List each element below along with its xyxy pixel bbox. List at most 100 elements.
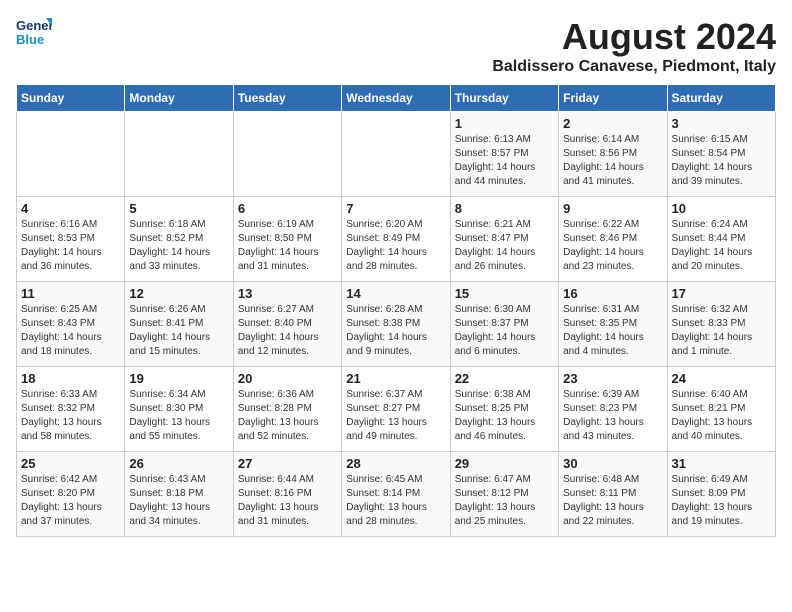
calendar-cell: 22 Sunrise: 6:38 AM Sunset: 8:25 PM Dayli… [450, 367, 558, 452]
cell-content: Sunrise: 6:47 AM Sunset: 8:12 PM Dayligh… [455, 473, 554, 529]
day-number: 28 [346, 456, 445, 471]
cell-content: Sunrise: 6:19 AM Sunset: 8:50 PM Dayligh… [238, 218, 337, 274]
cell-content: Sunrise: 6:45 AM Sunset: 8:14 PM Dayligh… [346, 473, 445, 529]
day-number: 4 [21, 201, 120, 216]
calendar-cell: 1 Sunrise: 6:13 AM Sunset: 8:57 PM Daylig… [450, 112, 558, 197]
calendar-cell: 24Sunrise: 6:40 AM Sunset: 8:21 PM Dayli… [667, 367, 775, 452]
day-number: 23 [563, 371, 662, 386]
calendar-cell [342, 112, 450, 197]
calendar-cell: 14 Sunrise: 6:28 AM Sunset: 8:38 PM Dayli… [342, 282, 450, 367]
cell-content: Sunrise: 6:30 AM Sunset: 8:37 PM Dayligh… [455, 303, 554, 359]
cell-content: Sunrise: 6:32 AM Sunset: 8:33 PM Dayligh… [672, 303, 771, 359]
calendar-cell [125, 112, 233, 197]
day-number: 8 [455, 201, 554, 216]
calendar-cell: 12 Sunrise: 6:26 AM Sunset: 8:41 PM Dayli… [125, 282, 233, 367]
cell-content: Sunrise: 6:21 AM Sunset: 8:47 PM Dayligh… [455, 218, 554, 274]
cell-content: Sunrise: 6:20 AM Sunset: 8:49 PM Dayligh… [346, 218, 445, 274]
calendar-cell: 5Sunrise: 6:18 AM Sunset: 8:52 PM Daylig… [125, 197, 233, 282]
day-number: 30 [563, 456, 662, 471]
logo-icon: General Blue [16, 16, 52, 52]
calendar-cell [233, 112, 341, 197]
calendar-cell: 7 Sunrise: 6:20 AM Sunset: 8:49 PM Daylig… [342, 197, 450, 282]
cell-content: Sunrise: 6:26 AM Sunset: 8:41 PM Dayligh… [129, 303, 228, 359]
cell-content: Sunrise: 6:34 AM Sunset: 8:30 PM Dayligh… [129, 388, 228, 444]
day-number: 27 [238, 456, 337, 471]
day-number: 31 [672, 456, 771, 471]
logo: General Blue General Blue [16, 16, 56, 52]
calendar-cell: 9 Sunrise: 6:22 AM Sunset: 8:46 PM Daylig… [559, 197, 667, 282]
calendar-cell: 27 Sunrise: 6:44 AM Sunset: 8:16 PM Dayli… [233, 452, 341, 537]
cell-content: Sunrise: 6:36 AM Sunset: 8:28 PM Dayligh… [238, 388, 337, 444]
calendar-cell: 18 Sunrise: 6:33 AM Sunset: 8:32 PM Dayli… [17, 367, 125, 452]
cell-content: Sunrise: 6:31 AM Sunset: 8:35 PM Dayligh… [563, 303, 662, 359]
day-number: 2 [563, 116, 662, 131]
day-number: 12 [129, 286, 228, 301]
day-number: 22 [455, 371, 554, 386]
calendar-cell: 11 Sunrise: 6:25 AM Sunset: 8:43 PM Dayli… [17, 282, 125, 367]
day-number: 15 [455, 286, 554, 301]
day-number: 3 [672, 116, 771, 131]
cell-content: Sunrise: 6:13 AM Sunset: 8:57 PM Dayligh… [455, 133, 554, 189]
calendar-cell: 28 Sunrise: 6:45 AM Sunset: 8:14 PM Dayli… [342, 452, 450, 537]
calendar-cell: 8 Sunrise: 6:21 AM Sunset: 8:47 PM Daylig… [450, 197, 558, 282]
day-number: 25 [21, 456, 120, 471]
day-number: 13 [238, 286, 337, 301]
weekday-header-wednesday: Wednesday [342, 85, 450, 112]
calendar-cell: 15 Sunrise: 6:30 AM Sunset: 8:37 PM Dayli… [450, 282, 558, 367]
day-number: 9 [563, 201, 662, 216]
day-number: 21 [346, 371, 445, 386]
cell-content: Sunrise: 6:27 AM Sunset: 8:40 PM Dayligh… [238, 303, 337, 359]
day-number: 26 [129, 456, 228, 471]
cell-content: Sunrise: 6:43 AM Sunset: 8:18 PM Dayligh… [129, 473, 228, 529]
day-number: 16 [563, 286, 662, 301]
day-number: 6 [238, 201, 337, 216]
cell-content: Sunrise: 6:40 AM Sunset: 8:21 PM Dayligh… [672, 388, 771, 444]
calendar-cell: 3 Sunrise: 6:15 AM Sunset: 8:54 PM Daylig… [667, 112, 775, 197]
cell-content: Sunrise: 6:33 AM Sunset: 8:32 PM Dayligh… [21, 388, 120, 444]
cell-content: Sunrise: 6:16 AM Sunset: 8:53 PM Dayligh… [21, 218, 120, 274]
calendar-cell: 31Sunrise: 6:49 AM Sunset: 8:09 PM Dayli… [667, 452, 775, 537]
cell-content: Sunrise: 6:39 AM Sunset: 8:23 PM Dayligh… [563, 388, 662, 444]
cell-content: Sunrise: 6:15 AM Sunset: 8:54 PM Dayligh… [672, 133, 771, 189]
calendar-cell: 2 Sunrise: 6:14 AM Sunset: 8:56 PM Daylig… [559, 112, 667, 197]
day-number: 1 [455, 116, 554, 131]
calendar-cell: 26 Sunrise: 6:43 AM Sunset: 8:18 PM Dayli… [125, 452, 233, 537]
cell-content: Sunrise: 6:24 AM Sunset: 8:44 PM Dayligh… [672, 218, 771, 274]
month-title: August 2024 [492, 16, 776, 58]
calendar-cell [17, 112, 125, 197]
calendar-cell: 23 Sunrise: 6:39 AM Sunset: 8:23 PM Dayli… [559, 367, 667, 452]
calendar-cell: 6 Sunrise: 6:19 AM Sunset: 8:50 PM Daylig… [233, 197, 341, 282]
day-number: 19 [129, 371, 228, 386]
cell-content: Sunrise: 6:14 AM Sunset: 8:56 PM Dayligh… [563, 133, 662, 189]
day-number: 11 [21, 286, 120, 301]
day-number: 7 [346, 201, 445, 216]
weekday-header-friday: Friday [559, 85, 667, 112]
calendar-cell: 30Sunrise: 6:48 AM Sunset: 8:11 PM Dayli… [559, 452, 667, 537]
calendar-cell: 25Sunrise: 6:42 AM Sunset: 8:20 PM Dayli… [17, 452, 125, 537]
day-number: 18 [21, 371, 120, 386]
cell-content: Sunrise: 6:38 AM Sunset: 8:25 PM Dayligh… [455, 388, 554, 444]
day-number: 14 [346, 286, 445, 301]
cell-content: Sunrise: 6:37 AM Sunset: 8:27 PM Dayligh… [346, 388, 445, 444]
calendar-cell: 29 Sunrise: 6:47 AM Sunset: 8:12 PM Dayli… [450, 452, 558, 537]
cell-content: Sunrise: 6:18 AM Sunset: 8:52 PM Dayligh… [129, 218, 228, 274]
cell-content: Sunrise: 6:22 AM Sunset: 8:46 PM Dayligh… [563, 218, 662, 274]
title-area: August 2024 Baldissero Canavese, Piedmon… [492, 16, 776, 76]
cell-content: Sunrise: 6:25 AM Sunset: 8:43 PM Dayligh… [21, 303, 120, 359]
cell-content: Sunrise: 6:44 AM Sunset: 8:16 PM Dayligh… [238, 473, 337, 529]
cell-content: Sunrise: 6:28 AM Sunset: 8:38 PM Dayligh… [346, 303, 445, 359]
header: General Blue General Blue August 2024 Ba… [16, 16, 776, 76]
day-number: 29 [455, 456, 554, 471]
weekday-header-tuesday: Tuesday [233, 85, 341, 112]
calendar-cell: 4 Sunrise: 6:16 AM Sunset: 8:53 PM Daylig… [17, 197, 125, 282]
calendar-cell: 21 Sunrise: 6:37 AM Sunset: 8:27 PM Dayli… [342, 367, 450, 452]
calendar-cell: 13 Sunrise: 6:27 AM Sunset: 8:40 PM Dayli… [233, 282, 341, 367]
calendar-cell: 20 Sunrise: 6:36 AM Sunset: 8:28 PM Dayli… [233, 367, 341, 452]
location-title: Baldissero Canavese, Piedmont, Italy [492, 58, 776, 76]
day-number: 20 [238, 371, 337, 386]
calendar-cell: 10Sunrise: 6:24 AM Sunset: 8:44 PM Dayli… [667, 197, 775, 282]
svg-text:General: General [16, 18, 52, 33]
weekday-header-saturday: Saturday [667, 85, 775, 112]
calendar-cell: 19 Sunrise: 6:34 AM Sunset: 8:30 PM Dayli… [125, 367, 233, 452]
weekday-header-sunday: Sunday [17, 85, 125, 112]
